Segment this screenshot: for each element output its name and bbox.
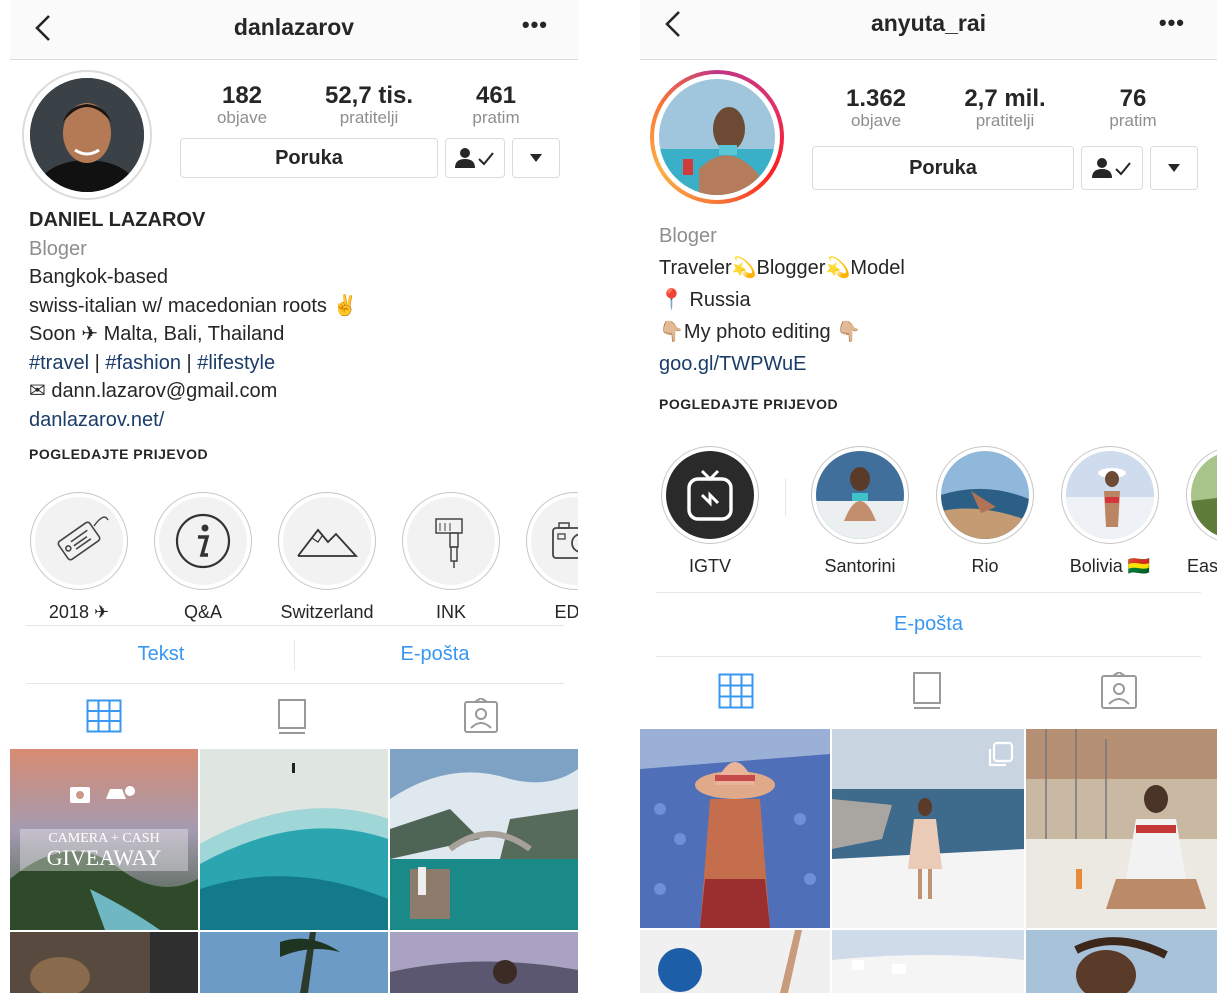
- highlight-qa[interactable]: Q&A: [153, 492, 253, 623]
- camera-icon: [552, 522, 578, 559]
- highlight-igtv[interactable]: IGTV: [660, 446, 760, 577]
- email-button[interactable]: E-pošta: [656, 613, 1201, 636]
- category-label: Bloger: [29, 237, 87, 260]
- stat-following[interactable]: 461 pratim: [436, 83, 556, 127]
- dizzy-icon: 💫: [731, 257, 757, 279]
- stat-following[interactable]: 76 pratim: [1073, 86, 1193, 130]
- grid-view-icon[interactable]: [86, 699, 122, 733]
- highlight-edit[interactable]: EDIT: [525, 492, 578, 623]
- tagged-photos-icon[interactable]: [463, 698, 499, 734]
- website-link[interactable]: goo.gl/TWPWuE: [659, 348, 1199, 380]
- post-thumbnail[interactable]: [390, 932, 578, 993]
- following-button[interactable]: [445, 138, 505, 178]
- category-label: Bloger: [659, 225, 717, 247]
- igtv-icon: [687, 469, 733, 521]
- tag-icon: [57, 516, 109, 561]
- see-translation-link[interactable]: POGLEDAJTE PRIJEVOD: [29, 446, 208, 462]
- mountain-icon: [297, 528, 359, 557]
- post-thumbnail[interactable]: CAMERA + CASH GIVEAWAY: [10, 749, 198, 930]
- profile-screen-danlazarov: danlazarov ••• 182 objave 52,7 tis. prat…: [10, 0, 578, 993]
- message-button[interactable]: Poruka: [812, 146, 1074, 190]
- highlight-ink[interactable]: INK: [401, 492, 501, 623]
- avatar[interactable]: [659, 79, 775, 195]
- post-thumbnail[interactable]: [832, 930, 1024, 993]
- grid-view-icon[interactable]: [718, 673, 754, 709]
- divider: [26, 625, 564, 626]
- caret-down-icon: [530, 154, 542, 162]
- post-thumbnail[interactable]: [640, 729, 830, 928]
- hashtag-link[interactable]: #fashion: [105, 352, 181, 374]
- dizzy-icon: 💫: [825, 257, 851, 279]
- feed-view-icon[interactable]: [277, 698, 307, 736]
- top-nav-bar: danlazarov •••: [10, 0, 578, 60]
- user-check-icon: [455, 148, 494, 168]
- post-thumbnail[interactable]: [200, 932, 388, 993]
- divider: [656, 656, 1201, 657]
- location-line: 📍 Russia: [659, 289, 751, 311]
- profile-username: danlazarov: [233, 14, 355, 40]
- post-thumbnail[interactable]: [200, 749, 388, 930]
- post-thumbnail[interactable]: [390, 749, 578, 930]
- divider: [294, 640, 295, 670]
- message-button[interactable]: Poruka: [180, 138, 438, 178]
- post-thumbnail[interactable]: [832, 729, 1024, 928]
- story-ring[interactable]: [650, 70, 784, 204]
- top-nav-bar: anyuta_rai •••: [640, 0, 1217, 60]
- giveaway-line2: GIVEAWAY: [46, 845, 162, 870]
- info-icon: [175, 513, 231, 569]
- suggestions-dropdown-button[interactable]: [512, 138, 560, 178]
- highlight-east[interactable]: East: [1185, 446, 1217, 577]
- hashtag-link[interactable]: #travel: [29, 352, 89, 374]
- stat-followers[interactable]: 2,7 mil. pratitelji: [945, 86, 1065, 130]
- profile-screen-anyuta: anyuta_rai ••• 1.362 objave 2,7 mil. pra…: [640, 0, 1217, 993]
- highlight-switzerland[interactable]: Switzerland: [277, 492, 377, 623]
- hashtag-link[interactable]: #lifestyle: [197, 352, 275, 374]
- tagged-photos-icon[interactable]: [1100, 672, 1138, 710]
- hashtags-line: #travel | #fashion | #lifestyle: [29, 351, 276, 374]
- profile-username: anyuta_rai: [870, 10, 987, 36]
- bio-line: Traveler💫Blogger💫Model: [659, 257, 905, 279]
- post-thumbnail[interactable]: [1026, 729, 1217, 928]
- user-check-icon: [1092, 158, 1131, 178]
- divider: [26, 683, 564, 684]
- bio-line: Bangkok-based: [29, 266, 168, 288]
- carousel-indicator-icon: [988, 741, 1014, 767]
- bio-line: 👇🏼My photo editing 👇🏼: [659, 321, 862, 343]
- highlight-2018[interactable]: 2018 ✈: [29, 492, 129, 623]
- post-thumbnail[interactable]: [10, 932, 198, 993]
- post-thumbnail[interactable]: [640, 930, 830, 993]
- bio-line: swiss-italian w/ macedonian roots ✌: [29, 294, 358, 317]
- bio-section: Bloger Traveler💫Blogger💫Model 📍 Russia 👇…: [659, 220, 1199, 380]
- stat-posts[interactable]: 182 objave: [182, 83, 302, 127]
- stat-followers[interactable]: 52,7 tis. pratitelji: [309, 83, 429, 127]
- more-options-icon[interactable]: •••: [522, 12, 548, 38]
- full-name: DANIEL LAZAROV: [29, 209, 206, 231]
- caret-down-icon: [1168, 164, 1180, 172]
- bio-line: Soon ✈ Malta, Bali, Thailand: [29, 323, 285, 345]
- website-link[interactable]: danlazarov.net/: [29, 406, 569, 435]
- bio-section: DANIEL LAZAROV Bloger Bangkok-based swis…: [29, 206, 569, 434]
- divider: [785, 478, 786, 516]
- stat-posts[interactable]: 1.362 objave: [816, 86, 936, 130]
- feed-view-icon[interactable]: [912, 671, 942, 711]
- post-thumbnail[interactable]: [1026, 930, 1217, 993]
- highlight-bolivia[interactable]: Bolivia 🇧🇴: [1060, 446, 1160, 577]
- highlight-rio[interactable]: Rio: [935, 446, 1035, 577]
- following-button[interactable]: [1081, 146, 1143, 190]
- avatar[interactable]: [30, 78, 144, 192]
- highlight-santorini[interactable]: Santorini: [810, 446, 910, 577]
- see-translation-link[interactable]: POGLEDAJTE PRIJEVOD: [659, 396, 838, 412]
- avatar-ring[interactable]: [22, 70, 152, 200]
- email-button[interactable]: E-pošta: [300, 643, 570, 666]
- suggestions-dropdown-button[interactable]: [1150, 146, 1198, 190]
- more-options-icon[interactable]: •••: [1159, 10, 1185, 36]
- divider: [656, 592, 1201, 593]
- email-line: ✉ dann.lazarov@gmail.com: [29, 380, 278, 402]
- text-button[interactable]: Tekst: [26, 643, 296, 666]
- tattoo-machine-icon: [435, 518, 463, 568]
